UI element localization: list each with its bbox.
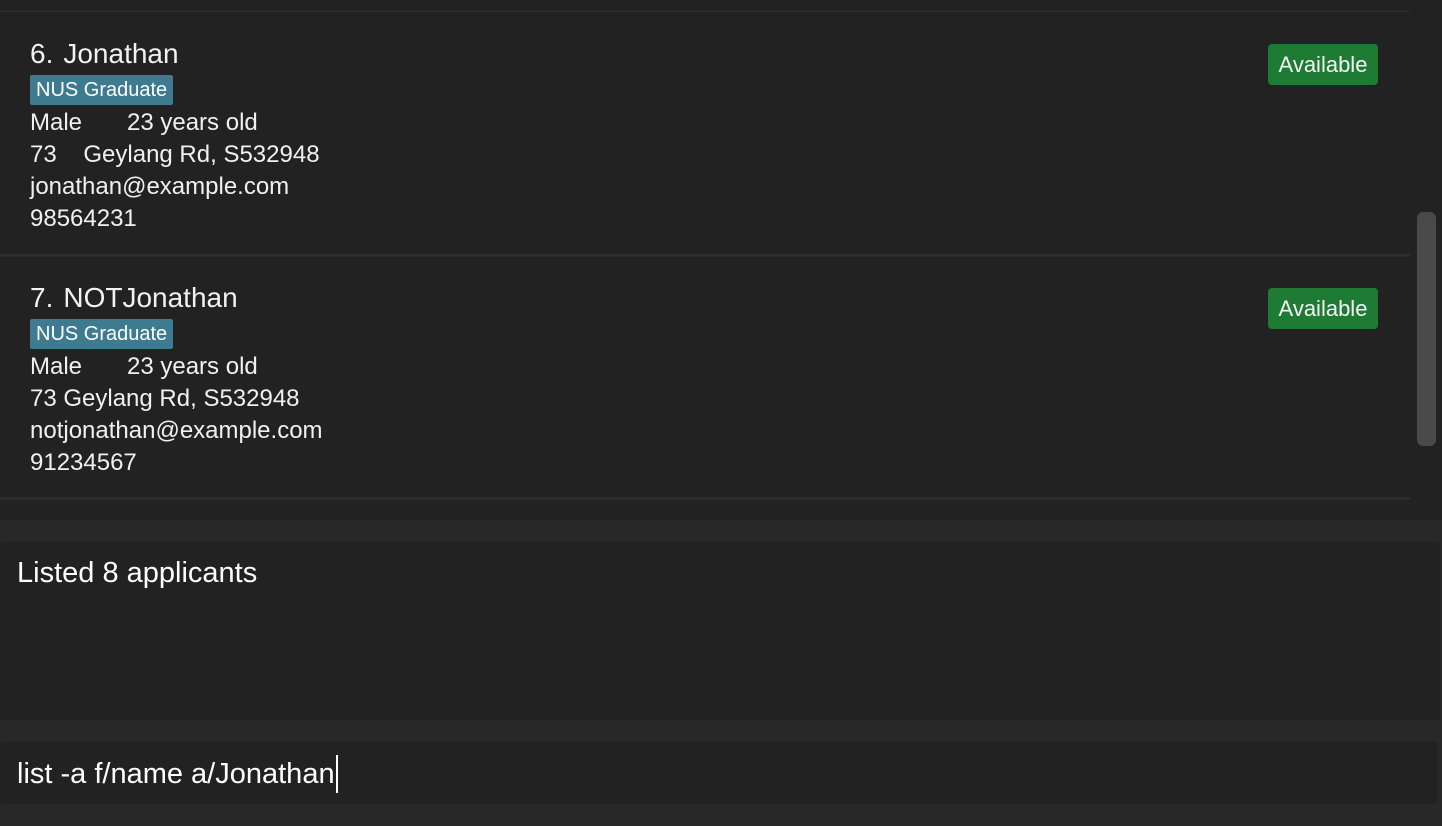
- command-box[interactable]: list -a f/name a/Jonathan: [0, 742, 1438, 804]
- applicant-gender: Male: [30, 109, 83, 136]
- command-input[interactable]: list -a f/name a/Jonathan: [17, 754, 338, 794]
- applicant-tag: NUS Graduate: [30, 75, 174, 105]
- applicant-phone: 98564231: [30, 205, 137, 232]
- text-caret: [335, 755, 338, 793]
- divider: [0, 497, 1410, 500]
- divider: [0, 10, 1410, 12]
- applicant-gender-age: Male 23 years old: [30, 352, 258, 382]
- applicant-index: 7.: [30, 282, 54, 313]
- applicant-email: jonathan@example.com: [30, 173, 290, 200]
- applicant-name-line: 7. NOTJonathan: [30, 281, 238, 315]
- applicant-card[interactable]: 7. NOTJonathan NUS Graduate Male 23 years …: [0, 257, 1410, 499]
- applicant-name: Jonathan: [63, 38, 179, 69]
- applicant-gender: Male: [30, 353, 83, 380]
- applicant-name: NOTJonathan: [63, 282, 238, 313]
- applicant-index: 6.: [30, 38, 54, 69]
- applicant-tag: NUS Graduate: [30, 319, 174, 349]
- applicant-age: 23 years old: [127, 109, 258, 136]
- applicant-list-panel[interactable]: 6. Jonathan NUS Graduate Male 23 years old…: [0, 0, 1442, 520]
- applicant-address: 73 Geylang Rd, S532948: [30, 141, 320, 168]
- status-badge: Available: [1268, 288, 1378, 329]
- command-text: list -a f/name a/Jonathan: [17, 758, 335, 790]
- applicant-phone: 91234567: [30, 449, 137, 476]
- applicant-card[interactable]: 6. Jonathan NUS Graduate Male 23 years old…: [0, 13, 1410, 255]
- applicant-address: 73 Geylang Rd, S532948: [30, 385, 300, 412]
- applicant-email: notjonathan@example.com: [30, 417, 323, 444]
- result-display: Listed 8 applicants: [0, 542, 1440, 720]
- scrollbar-thumb[interactable]: [1417, 212, 1436, 446]
- applicant-name-line: 6. Jonathan: [30, 37, 179, 71]
- status-badge: Available: [1268, 44, 1378, 85]
- applicant-gender-age: Male 23 years old: [30, 108, 258, 138]
- result-message: Listed 8 applicants: [17, 557, 258, 589]
- applicant-age: 23 years old: [127, 353, 258, 380]
